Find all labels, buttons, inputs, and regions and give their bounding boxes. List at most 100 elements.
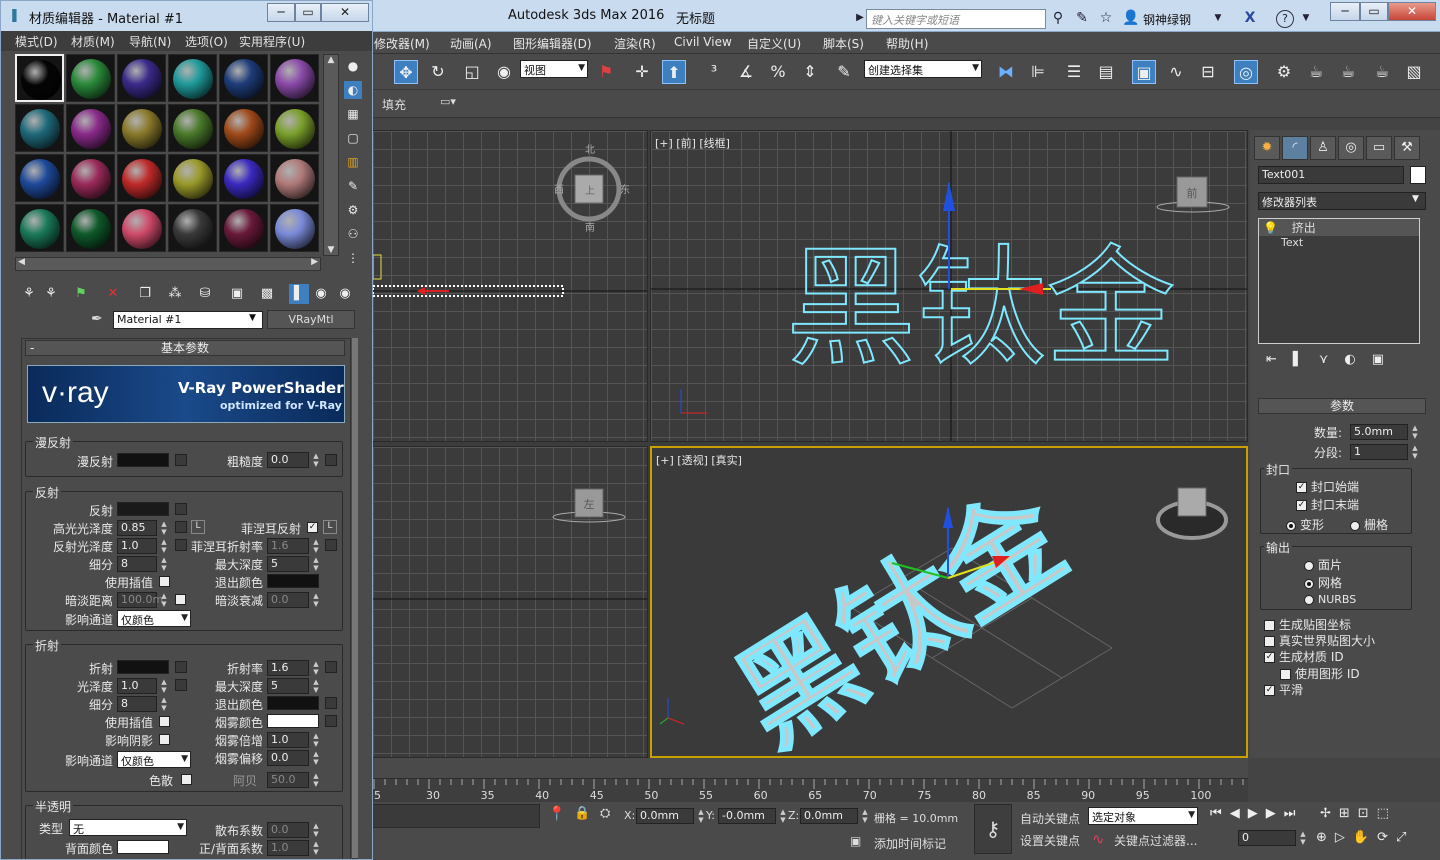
material-sample-slot[interactable]: [219, 204, 268, 252]
select-rotate-icon[interactable]: ↻: [426, 60, 450, 84]
material-sample-slot[interactable]: [66, 54, 115, 102]
ribbon-options-icon[interactable]: ▭▾: [440, 95, 456, 108]
affect-shadows-checkbox[interactable]: [159, 732, 174, 746]
go-to-parent-icon[interactable]: ◉: [311, 284, 331, 304]
morph-radio[interactable]: 变形: [1286, 516, 1324, 533]
edit-named-selection-icon[interactable]: ✎: [832, 60, 856, 84]
curve-editor-icon[interactable]: ∿: [1164, 60, 1188, 84]
minimize-button[interactable]: ─: [1330, 2, 1360, 21]
maxscript-listener[interactable]: [372, 804, 540, 828]
add-time-tag[interactable]: 添加时间标记: [874, 835, 946, 852]
copy-material-icon[interactable]: ❐: [135, 284, 155, 304]
material-sample-slot[interactable]: [270, 154, 319, 202]
assign-material-icon[interactable]: ⚑: [71, 284, 91, 304]
viewcube-perspective[interactable]: [1156, 487, 1228, 540]
select-manipulate-icon[interactable]: ✛: [630, 60, 654, 84]
layer-manager-icon[interactable]: ☰: [1062, 60, 1086, 84]
refl-gloss-spinner[interactable]: 1.0 ▲ ▼: [117, 538, 169, 554]
reflect-max-depth-spinner[interactable]: 5 ▲ ▼: [267, 556, 321, 572]
z-coordinate-spinner[interactable]: 0.0mm ▲ ▼: [800, 808, 870, 824]
schematic-view-icon[interactable]: ⊟: [1196, 60, 1220, 84]
hierarchy-tab-icon[interactable]: ♙: [1310, 136, 1336, 160]
refract-gloss-map-button[interactable]: [175, 679, 187, 691]
material-map-navigator-icon[interactable]: ⋮: [344, 249, 362, 267]
modify-tab-icon[interactable]: ◜: [1282, 136, 1308, 160]
snaps-toggle-icon[interactable]: ³: [702, 60, 726, 84]
fresnel-checkbox[interactable]: ✓: [307, 520, 322, 534]
refract-color-swatch[interactable]: [117, 660, 169, 674]
material-sample-slot[interactable]: [117, 154, 166, 202]
refract-subdivs-spinner[interactable]: 8 ▲ ▼: [117, 696, 169, 712]
mat-menu-material[interactable]: 材质(M): [71, 33, 115, 50]
motion-tab-icon[interactable]: ◎: [1338, 136, 1364, 160]
stack-controls[interactable]: ⇤▌⋎◐▣: [1266, 352, 1422, 372]
roughness-spinner[interactable]: 0.0 ▲ ▼: [267, 452, 321, 468]
refract-use-interp-checkbox[interactable]: [159, 714, 174, 728]
menu-rendering[interactable]: 渲染(R): [614, 35, 656, 52]
viewcube-front[interactable]: 前: [1156, 176, 1230, 213]
gen-map-coords-checkbox[interactable]: 生成贴图坐标: [1264, 616, 1351, 633]
mat-menu-modes[interactable]: 模式(D): [15, 33, 58, 50]
reset-map-icon[interactable]: ✕: [103, 284, 123, 304]
basic-params-rollout-header[interactable]: - 基本参数: [25, 340, 345, 356]
absolute-mode-icon[interactable]: ⛭: [600, 806, 610, 821]
select-scale-icon[interactable]: ◱: [460, 60, 484, 84]
material-sample-slot[interactable]: [66, 154, 115, 202]
key-filters-button[interactable]: 关键点过滤器...: [1114, 832, 1197, 849]
show-end-result-icon[interactable]: ▌: [289, 284, 309, 304]
roughness-map-button[interactable]: [325, 454, 337, 466]
set-key-mode-button[interactable]: 设置关键点: [1020, 832, 1080, 849]
search-input[interactable]: 键入关键字或短语: [866, 9, 1046, 29]
viewport-perspective[interactable]: [+] [透视] [真实] 黑钛金: [650, 446, 1248, 758]
object-name-field[interactable]: Text001: [1258, 166, 1404, 184]
mirror-icon[interactable]: ⧓: [994, 60, 1018, 84]
angle-snap-icon[interactable]: ∡: [734, 60, 758, 84]
material-sample-slot[interactable]: [15, 154, 64, 202]
key-selection-set-dropdown[interactable]: 选定对象: [1088, 807, 1198, 825]
y-coordinate-spinner[interactable]: -0.0mm ▲ ▼: [718, 808, 788, 824]
viewport-front[interactable]: [+] [前] [线框] 前 黑钛金: [650, 130, 1248, 442]
binoculars-icon[interactable]: ⚲: [1050, 10, 1066, 26]
material-sample-slot[interactable]: [219, 104, 268, 152]
selection-lock-icon[interactable]: 🔒: [574, 806, 590, 821]
mat-close-button[interactable]: ✕: [321, 3, 369, 22]
put-material-to-scene-icon[interactable]: ⚘: [41, 284, 61, 304]
dim-distance-checkbox[interactable]: [175, 592, 190, 606]
material-sample-slot[interactable]: [117, 204, 166, 252]
help-icon[interactable]: ?: [1276, 10, 1294, 28]
material-sample-slot[interactable]: [15, 204, 64, 252]
put-to-library-icon[interactable]: ⛁: [195, 284, 215, 304]
auto-key-button[interactable]: 自动关键点: [1020, 810, 1080, 827]
material-sample-slot[interactable]: [15, 54, 64, 102]
material-sample-slot[interactable]: [15, 104, 64, 152]
scene-explorer-icon[interactable]: ▤: [1094, 60, 1118, 84]
named-selection-dropdown[interactable]: 创建选择集: [864, 60, 982, 78]
diffuse-color-swatch[interactable]: [117, 453, 169, 467]
segments-spinner[interactable]: 1 ▲ ▼: [1350, 444, 1420, 460]
isolate-selection-icon[interactable]: 📍: [548, 806, 565, 822]
menu-scripting[interactable]: 脚本(S): [823, 35, 864, 52]
star-icon[interactable]: ☆: [1098, 10, 1114, 26]
render-iterative-icon[interactable]: ☕: [1370, 60, 1394, 84]
patch-radio[interactable]: 面片: [1304, 556, 1342, 573]
key-filter-curve-icon[interactable]: ∿: [1092, 830, 1105, 848]
mat-maximize-button[interactable]: ▭: [295, 3, 321, 22]
menu-civil-view[interactable]: Civil View: [674, 35, 732, 49]
fwd-bck-coef-spinner[interactable]: 1.0 ▲ ▼: [267, 840, 321, 856]
sample-type-icon[interactable]: ●: [344, 57, 362, 75]
diffuse-map-button[interactable]: [175, 454, 187, 466]
hilight-gloss-spinner[interactable]: 0.85 ▲ ▼: [117, 520, 169, 536]
render-production-icon[interactable]: ☕: [1336, 60, 1360, 84]
slots-vertical-scrollbar[interactable]: ▲ ▼: [323, 54, 339, 256]
params-scrollbar[interactable]: [352, 338, 358, 859]
fresnel-lock-button[interactable]: L: [323, 520, 337, 534]
cap-start-checkbox[interactable]: ✓ 封口始端: [1296, 478, 1359, 495]
display-tab-icon[interactable]: ▭: [1366, 136, 1392, 160]
params-rollout-header[interactable]: 参数: [1258, 398, 1426, 414]
reflect-exit-color-swatch[interactable]: [267, 574, 319, 588]
fog-color-swatch[interactable]: [267, 714, 319, 728]
material-sample-slot[interactable]: [219, 54, 268, 102]
nurbs-radio[interactable]: NURBS: [1304, 593, 1356, 606]
gen-material-id-checkbox[interactable]: ✓ 生成材质 ID: [1264, 648, 1344, 665]
cap-end-checkbox[interactable]: ✓ 封口末端: [1296, 496, 1359, 513]
